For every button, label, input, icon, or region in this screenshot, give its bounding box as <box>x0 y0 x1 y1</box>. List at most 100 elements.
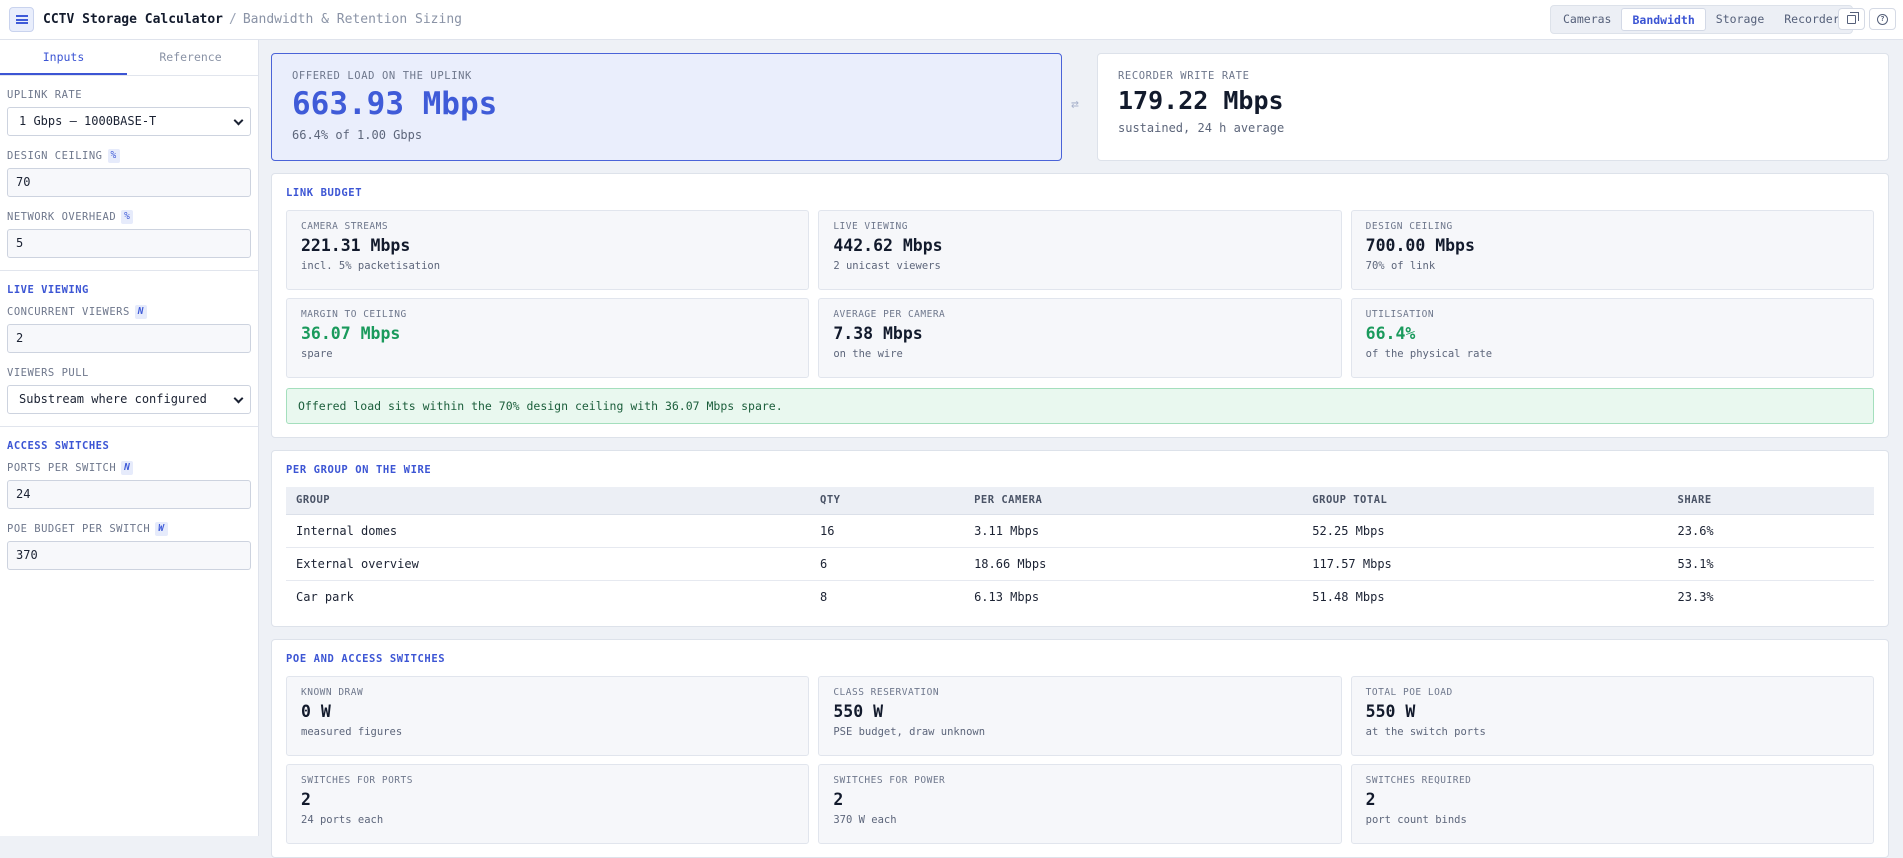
stat-utilisation: UTILISATION 66.4% of the physical rate <box>1350 298 1874 378</box>
design-ceiling-label-text: DESIGN CEILING <box>7 150 103 162</box>
stat-label: KNOWN DRAW <box>301 687 364 698</box>
table-header-row: GROUP QTY PER CAMERA GROUP TOTAL SHARE <box>286 487 1874 515</box>
network-overhead-label-text: NETWORK OVERHEAD <box>7 211 117 223</box>
table-row: Internal domes 16 3.11 Mbps 52.25 Mbps 2… <box>286 514 1874 548</box>
offered-load-label: OFFERED LOAD ON THE UPLINK <box>292 70 472 82</box>
poe-grid: KNOWN DRAW 0 W measured figures CLASS RE… <box>286 676 1874 844</box>
poe-budget-input[interactable]: 370 <box>7 541 251 570</box>
group-total-cell: 117.57 Mbps <box>1302 547 1668 581</box>
stat-value: 550 W <box>833 702 883 721</box>
viewers-pull-label: VIEWERS PULL <box>7 367 89 379</box>
copy-icon <box>1847 11 1859 24</box>
column-header: QTY <box>810 487 965 515</box>
unit-badge: N <box>121 461 134 475</box>
stat-label: MARGIN TO CEILING <box>301 309 407 320</box>
sidebar-tabs: Inputs Reference <box>0 40 258 76</box>
qty-cell: 8 <box>820 589 828 604</box>
tab-storage[interactable]: Storage <box>1706 8 1774 31</box>
stat-switches-for-ports: SWITCHES FOR PORTS 2 24 ports each <box>286 764 810 844</box>
per-group-title: PER GROUP ON THE WIRE <box>286 464 432 476</box>
access-switches-heading: ACCESS SWITCHES <box>7 440 110 452</box>
qty-cell: 6 <box>810 547 965 581</box>
stat-label: LIVE VIEWING <box>833 221 908 232</box>
stat-sub: measured figures <box>301 726 403 738</box>
group-cell: External overview <box>286 547 811 581</box>
stat-label: DESIGN CEILING <box>1365 221 1453 232</box>
poe-budget-label: POE BUDGET PER SWITCH W <box>7 522 251 536</box>
stat-sub: 370 W each <box>833 814 897 826</box>
unit-badge: % <box>121 210 134 224</box>
poe-title: POE AND ACCESS SWITCHES <box>286 653 446 665</box>
chevron-down-icon <box>233 115 244 126</box>
unit-badge: % <box>107 149 120 163</box>
poe-panel: POE AND ACCESS SWITCHES KNOWN DRAW 0 W m… <box>271 639 1889 858</box>
stat-value: 2 <box>833 790 844 809</box>
stat-camera-streams: CAMERA STREAMS 221.31 Mbps incl. 5% pack… <box>286 210 810 290</box>
concurrent-viewers-label-text: CONCURRENT VIEWERS <box>7 306 130 318</box>
stat-design-ceiling: DESIGN CEILING 700.00 Mbps 70% of link <box>1350 210 1874 290</box>
network-overhead-label: NETWORK OVERHEAD % <box>7 210 251 224</box>
menu-button[interactable] <box>9 7 34 32</box>
group-total-cell: 51.48 Mbps <box>1312 589 1385 604</box>
stat-average-per-camera: AVERAGE PER CAMERA 7.38 Mbps on the wire <box>818 298 1342 378</box>
stat-value: 2 <box>301 790 311 809</box>
per-camera-cell: 6.13 Mbps <box>974 589 1040 604</box>
offered-load-card: OFFERED LOAD ON THE UPLINK 663.93 Mbps 6… <box>271 53 1062 161</box>
stat-value: 2 <box>1365 790 1376 809</box>
poe-budget-label-text: POE BUDGET PER SWITCH <box>7 523 151 535</box>
ports-per-switch-input[interactable]: 24 <box>7 480 251 509</box>
stat-class-reservation: CLASS RESERVATION 550 W PSE budget, draw… <box>818 676 1342 756</box>
divider <box>0 426 258 427</box>
per-group-panel: PER GROUP ON THE WIRE GROUP QTY PER CAME… <box>271 450 1889 627</box>
uplink-rate-select[interactable]: 1 Gbps — 1000BASE-T <box>7 107 251 136</box>
page-subtitle: Bandwidth & Retention Sizing <box>242 12 462 27</box>
tab-bandwidth[interactable]: Bandwidth <box>1621 8 1706 31</box>
share-cell: 23.3% <box>1677 589 1714 604</box>
stat-label: SWITCHES REQUIRED <box>1365 775 1472 786</box>
tab-reference[interactable]: Reference <box>127 40 254 75</box>
viewers-pull-select[interactable]: Substream where configured <box>7 385 251 414</box>
stat-value: 221.31 Mbps <box>301 236 411 255</box>
per-camera-cell: 3.11 Mbps <box>964 514 1303 548</box>
stat-label: UTILISATION <box>1365 309 1435 320</box>
concurrent-viewers-input[interactable]: 2 <box>7 324 251 353</box>
ports-per-switch-label: PORTS PER SWITCH N <box>7 461 251 475</box>
inputs-sidebar: Inputs Reference UPLINK RATE 1 Gbps — 10… <box>0 40 259 836</box>
column-header: SHARE <box>1667 487 1874 515</box>
offered-load-sub: 66.4% of 1.00 Gbps <box>292 128 423 142</box>
stat-sub: incl. 5% packetisation <box>301 260 441 272</box>
hero-row: OFFERED LOAD ON THE UPLINK 663.93 Mbps 6… <box>271 53 1889 161</box>
stat-switches-required: SWITCHES REQUIRED 2 port count binds <box>1350 764 1874 844</box>
stat-value: 36.07 Mbps <box>301 324 401 343</box>
help-button[interactable]: ? <box>1869 8 1896 30</box>
stat-value: 0 W <box>301 702 331 721</box>
stat-sub: spare <box>301 348 333 360</box>
link-budget-panel: LINK BUDGET CAMERA STREAMS 221.31 Mbps i… <box>271 173 1889 438</box>
uplink-rate-label: UPLINK RATE <box>7 89 83 101</box>
column-header: GROUP <box>286 487 811 515</box>
breadcrumb-separator: / <box>229 12 237 27</box>
network-overhead-input[interactable]: 5 <box>7 229 251 258</box>
stat-sub: port count binds <box>1365 814 1467 826</box>
stat-sub: on the wire <box>833 348 903 360</box>
view-tabs: Cameras Bandwidth Storage Recorder <box>1550 5 1853 34</box>
unit-badge: W <box>155 522 168 536</box>
stat-label: SWITCHES FOR PORTS <box>301 775 413 786</box>
stat-margin-to-ceiling: MARGIN TO CEILING 36.07 Mbps spare <box>286 298 810 378</box>
stat-live-viewing: LIVE VIEWING 442.62 Mbps 2 unicast viewe… <box>818 210 1342 290</box>
copy-button[interactable] <box>1838 8 1865 30</box>
stat-sub: of the physical rate <box>1365 348 1493 360</box>
tab-cameras[interactable]: Cameras <box>1553 8 1621 31</box>
stat-value: 7.38 Mbps <box>833 324 923 343</box>
recorder-write-label: RECORDER WRITE RATE <box>1118 70 1250 82</box>
stat-total-poe-load: TOTAL POE LOAD 550 W at the switch ports <box>1350 676 1874 756</box>
column-header: PER CAMERA <box>964 487 1303 515</box>
offered-load-value: 663.93 Mbps <box>292 86 498 122</box>
design-ceiling-input[interactable]: 70 <box>7 168 251 197</box>
design-ceiling-label: DESIGN CEILING % <box>7 149 251 163</box>
swap-icon: ⇄ <box>1071 97 1079 112</box>
stat-sub: 70% of link <box>1365 260 1436 272</box>
tab-inputs[interactable]: Inputs <box>0 40 127 75</box>
stat-sub: 2 unicast viewers <box>833 260 941 272</box>
chevron-down-icon <box>233 393 244 404</box>
